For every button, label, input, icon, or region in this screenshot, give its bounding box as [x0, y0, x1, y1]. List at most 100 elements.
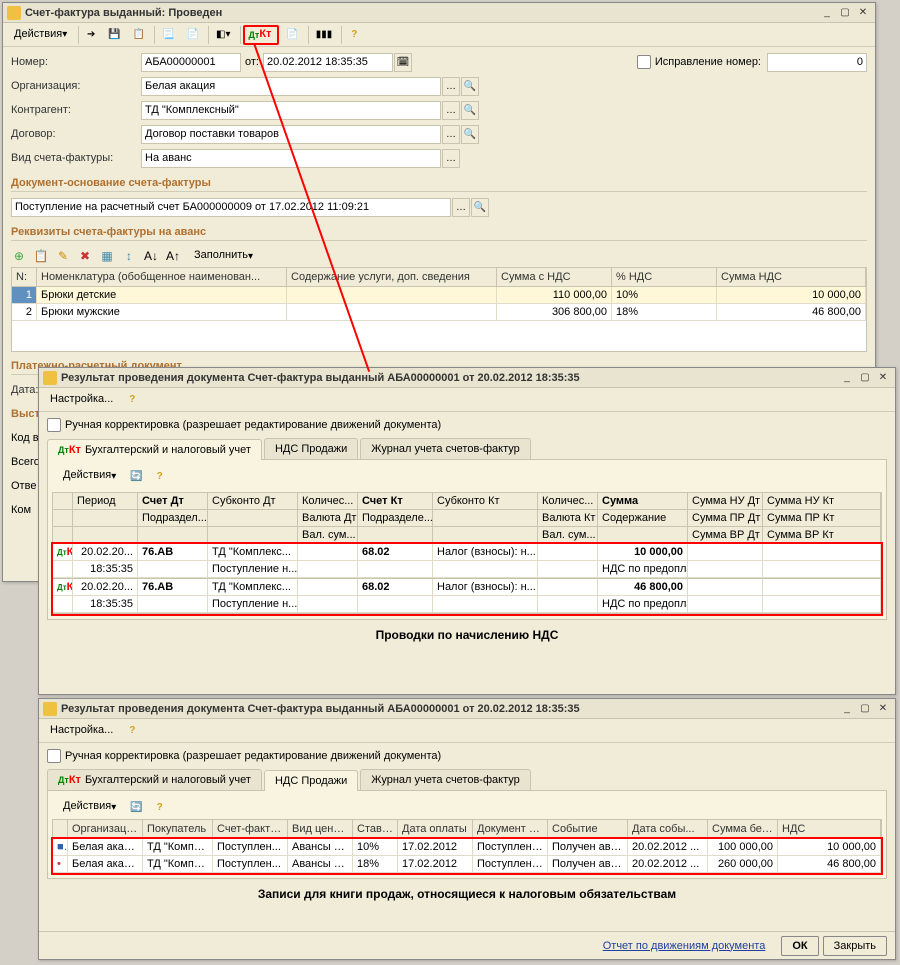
col-qtydt[interactable]: Количес... [298, 493, 358, 510]
contract-input[interactable] [141, 125, 441, 144]
col-type[interactable]: Вид ценно... [288, 820, 353, 838]
minimize-icon[interactable]: _ [839, 702, 855, 716]
open-icon[interactable]: 🔍 [461, 125, 479, 144]
save-icon[interactable]: 💾 [103, 25, 125, 45]
number-input[interactable] [141, 53, 241, 72]
entry-row[interactable]: ДтКт20.02.20...76.АВТД "Комплекс...68.02… [53, 544, 881, 579]
post-icon[interactable]: 📃 [157, 25, 179, 45]
correction-checkbox[interactable] [637, 55, 651, 69]
col-vs2[interactable]: Вал. сум... [538, 527, 598, 544]
table-row[interactable]: •Белая акац...ТД "Компл...Поступлен...Ав… [53, 856, 881, 873]
actions-button[interactable]: Действия ▾ [56, 797, 123, 817]
lookup-icon[interactable]: … [452, 198, 470, 217]
col-dt[interactable]: Счет Дт [138, 493, 208, 510]
ok-button[interactable]: ОК [781, 936, 818, 956]
base-icon[interactable]: ◧▾ [211, 25, 235, 45]
close-icon[interactable]: ✕ [875, 371, 891, 385]
open-icon[interactable]: 🔍 [461, 101, 479, 120]
col-vat[interactable]: Сумма НДС [717, 268, 866, 286]
sort-asc-icon[interactable]: A↓ [143, 248, 159, 264]
col-eventdate[interactable]: Дата собы... [628, 820, 708, 838]
col-curdt[interactable]: Валюта Дт [298, 510, 358, 527]
maximize-icon[interactable]: ▢ [857, 371, 873, 385]
titlebar[interactable]: Результат проведения документа Счет-факт… [39, 699, 895, 719]
col-n[interactable]: N: [12, 268, 37, 286]
sort-desc-icon[interactable]: A↑ [165, 248, 181, 264]
fill-button[interactable]: Заполнить ▾ [187, 246, 260, 266]
col-paydate[interactable]: Дата оплаты [398, 820, 473, 838]
barcode-icon[interactable]: ▮▮▮ [311, 25, 338, 45]
col-kt[interactable]: Счет Кт [358, 493, 433, 510]
minimize-icon[interactable]: _ [839, 371, 855, 385]
col-sum[interactable]: Сумма [598, 493, 688, 510]
col-buyer[interactable]: Покупатель [143, 820, 213, 838]
settings-button[interactable]: Настройка... [43, 390, 120, 410]
col-vs[interactable]: Вал. сум... [298, 527, 358, 544]
forward-icon[interactable]: ➔ [81, 25, 101, 45]
actions-button[interactable]: Действия ▾ [56, 466, 123, 486]
col-org[interactable]: Организация [68, 820, 143, 838]
dropdown-icon[interactable]: … [442, 149, 460, 168]
table-row[interactable]: 1Брюки детские110 000,0010%10 000,00 [12, 287, 866, 304]
manual-checkbox[interactable] [47, 418, 61, 432]
move-down-icon[interactable]: ↕ [121, 248, 137, 264]
col-vrdt[interactable]: Сумма ВР Дт [688, 527, 763, 544]
help-icon[interactable]: ? [150, 797, 170, 817]
copy-row-icon[interactable]: 📋 [33, 248, 49, 264]
col-vat[interactable]: НДС [778, 820, 881, 838]
unpost-icon[interactable]: 📄 [182, 25, 204, 45]
refresh-icon[interactable]: 🔄 [125, 797, 147, 817]
lookup-icon[interactable]: … [442, 125, 460, 144]
correction-input[interactable] [767, 53, 867, 72]
delete-icon[interactable]: ✖ [77, 248, 93, 264]
col-sum[interactable]: Сумма с НДС [497, 268, 612, 286]
report-icon[interactable]: 📄 [281, 25, 303, 45]
basis-input[interactable] [11, 198, 451, 217]
date-input[interactable] [263, 53, 393, 72]
col-curkt[interactable]: Валюта Кт [538, 510, 598, 527]
report-link[interactable]: Отчет по движениям документа [603, 940, 766, 952]
add-icon[interactable]: ⊕ [11, 248, 27, 264]
entry-row[interactable]: ДтКт20.02.20...76.АВТД "Комплекс...68.02… [53, 579, 881, 614]
col-sum[interactable]: Сумма без ... [708, 820, 778, 838]
lookup-icon[interactable]: … [442, 101, 460, 120]
col-qtykt[interactable]: Количес... [538, 493, 598, 510]
close-button[interactable]: Закрыть [823, 936, 887, 956]
help-icon[interactable]: ? [122, 390, 142, 410]
calendar-icon[interactable]: 🗓 [394, 53, 412, 72]
table-row[interactable]: 2Брюки мужские306 800,0018%46 800,00 [12, 304, 866, 321]
manual-checkbox[interactable] [47, 749, 61, 763]
lookup-icon[interactable]: … [442, 77, 460, 96]
col-nukt[interactable]: Сумма НУ Кт [763, 493, 881, 510]
titlebar[interactable]: Результат проведения документа Счет-факт… [39, 368, 895, 388]
dtkt-icon[interactable]: ДтКт [243, 25, 280, 45]
col-rate[interactable]: % НДС [612, 268, 717, 286]
col-prdt[interactable]: Сумма ПР Дт [688, 510, 763, 527]
settings-button[interactable]: Настройка... [43, 721, 120, 741]
open-icon[interactable]: 🔍 [471, 198, 489, 217]
edit-icon[interactable]: ✎ [55, 248, 71, 264]
col-event[interactable]: Событие [548, 820, 628, 838]
counter-input[interactable] [141, 101, 441, 120]
help-icon[interactable]: ? [344, 25, 364, 45]
copy-icon[interactable]: 📋 [128, 25, 150, 45]
tab-accounting[interactable]: ДтКтБухгалтерский и налоговый учет [47, 439, 262, 460]
col-deptdt[interactable]: Подраздел... Дт [138, 510, 208, 527]
help-icon[interactable]: ? [150, 466, 170, 486]
close-icon[interactable]: ✕ [855, 6, 871, 20]
tab-journal[interactable]: Журнал учета счетов-фактур [360, 769, 530, 790]
col-vrkt[interactable]: Сумма ВР Кт [763, 527, 881, 544]
table-row[interactable]: ■Белая акац...ТД "Компл...Поступлен...Ав… [53, 839, 881, 856]
tab-vat-sales[interactable]: НДС Продажи [264, 770, 358, 791]
actions-button[interactable]: Действия ▾ [7, 25, 74, 45]
move-up-icon[interactable]: ▦ [99, 248, 115, 264]
minimize-icon[interactable]: _ [819, 6, 835, 20]
titlebar[interactable]: Счет-фактура выданный: Проведен _ ▢ ✕ [3, 3, 875, 23]
col-doc[interactable]: Документ о... [473, 820, 548, 838]
col-subdt[interactable]: Субконто Дт [208, 493, 298, 510]
org-input[interactable] [141, 77, 441, 96]
col-content[interactable]: Содержание [598, 510, 688, 527]
col-deptkt[interactable]: Подразделе... Кт [358, 510, 433, 527]
col-period[interactable]: Период [73, 493, 138, 510]
col-rate[interactable]: Ставк... [353, 820, 398, 838]
